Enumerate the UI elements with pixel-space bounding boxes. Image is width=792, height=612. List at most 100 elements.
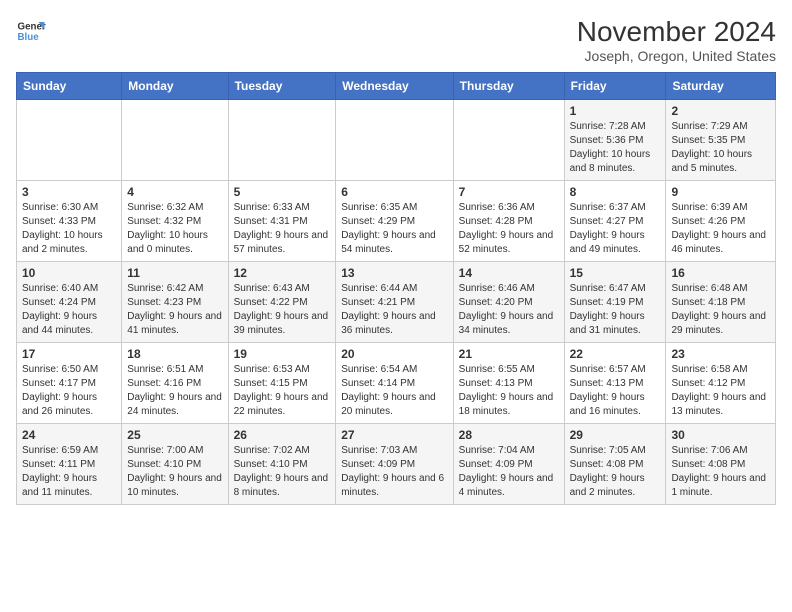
- weekday-header-row: SundayMondayTuesdayWednesdayThursdayFrid…: [17, 73, 776, 100]
- day-number: 23: [671, 347, 770, 361]
- day-info: Sunrise: 6:50 AM Sunset: 4:17 PM Dayligh…: [22, 363, 116, 419]
- day-number: 26: [234, 428, 331, 442]
- day-number: 11: [127, 266, 222, 280]
- day-number: 29: [570, 428, 661, 442]
- calendar-cell: 12 Sunrise: 6:43 AM Sunset: 4:22 PM Dayli…: [228, 262, 336, 343]
- calendar-week-5: 24 Sunrise: 6:59 AM Sunset: 4:11 PM Dayli…: [17, 424, 776, 505]
- day-info: Sunrise: 6:39 AM Sunset: 4:26 PM Dayligh…: [671, 201, 770, 257]
- calendar-cell: 30 Sunrise: 7:06 AM Sunset: 4:08 PM Dayli…: [666, 424, 776, 505]
- calendar-cell: 10 Sunrise: 6:40 AM Sunset: 4:24 PM Dayli…: [17, 262, 122, 343]
- day-info: Sunrise: 6:54 AM Sunset: 4:14 PM Dayligh…: [341, 363, 447, 419]
- calendar-cell: [336, 100, 453, 181]
- calendar-cell: 15 Sunrise: 6:47 AM Sunset: 4:19 PM Dayli…: [564, 262, 666, 343]
- day-number: 19: [234, 347, 331, 361]
- calendar-cell: 5Sunrise: 6:33 AM Sunset: 4:31 PM Daylig…: [228, 181, 336, 262]
- calendar-cell: 9Sunrise: 6:39 AM Sunset: 4:26 PM Daylig…: [666, 181, 776, 262]
- day-info: Sunrise: 7:02 AM Sunset: 4:10 PM Dayligh…: [234, 444, 331, 500]
- calendar-cell: 3 Sunrise: 6:30 AM Sunset: 4:33 PM Daylig…: [17, 181, 122, 262]
- weekday-header-tuesday: Tuesday: [228, 73, 336, 100]
- day-info: Sunrise: 6:33 AM Sunset: 4:31 PM Dayligh…: [234, 201, 331, 257]
- day-info: Sunrise: 6:53 AM Sunset: 4:15 PM Dayligh…: [234, 363, 331, 419]
- calendar-cell: 6 Sunrise: 6:35 AM Sunset: 4:29 PM Daylig…: [336, 181, 453, 262]
- calendar-week-3: 10 Sunrise: 6:40 AM Sunset: 4:24 PM Dayli…: [17, 262, 776, 343]
- calendar-cell: 2 Sunrise: 7:29 AM Sunset: 5:35 PM Daylig…: [666, 100, 776, 181]
- day-info: Sunrise: 7:04 AM Sunset: 4:09 PM Dayligh…: [459, 444, 559, 500]
- weekday-header-friday: Friday: [564, 73, 666, 100]
- calendar-cell: 19 Sunrise: 6:53 AM Sunset: 4:15 PM Dayli…: [228, 343, 336, 424]
- day-number: 22: [570, 347, 661, 361]
- day-number: 10: [22, 266, 116, 280]
- day-number: 18: [127, 347, 222, 361]
- day-info: Sunrise: 7:29 AM Sunset: 5:35 PM Dayligh…: [671, 120, 770, 176]
- day-info: Sunrise: 6:57 AM Sunset: 4:13 PM Dayligh…: [570, 363, 661, 419]
- day-number: 21: [459, 347, 559, 361]
- day-number: 16: [671, 266, 770, 280]
- day-info: Sunrise: 6:43 AM Sunset: 4:22 PM Dayligh…: [234, 282, 331, 338]
- calendar-cell: 11Sunrise: 6:42 AM Sunset: 4:23 PM Dayli…: [122, 262, 228, 343]
- day-info: Sunrise: 6:32 AM Sunset: 4:32 PM Dayligh…: [127, 201, 222, 257]
- day-info: Sunrise: 6:35 AM Sunset: 4:29 PM Dayligh…: [341, 201, 447, 257]
- day-number: 8: [570, 185, 661, 199]
- calendar-cell: [453, 100, 564, 181]
- day-number: 14: [459, 266, 559, 280]
- day-info: Sunrise: 7:06 AM Sunset: 4:08 PM Dayligh…: [671, 444, 770, 500]
- calendar-cell: 17 Sunrise: 6:50 AM Sunset: 4:17 PM Dayli…: [17, 343, 122, 424]
- day-number: 12: [234, 266, 331, 280]
- calendar-cell: 28 Sunrise: 7:04 AM Sunset: 4:09 PM Dayli…: [453, 424, 564, 505]
- logo: General Blue: [16, 16, 46, 46]
- day-number: 6: [341, 185, 447, 199]
- day-info: Sunrise: 6:51 AM Sunset: 4:16 PM Dayligh…: [127, 363, 222, 419]
- calendar-week-2: 3 Sunrise: 6:30 AM Sunset: 4:33 PM Daylig…: [17, 181, 776, 262]
- day-info: Sunrise: 6:30 AM Sunset: 4:33 PM Dayligh…: [22, 201, 116, 257]
- day-info: Sunrise: 7:03 AM Sunset: 4:09 PM Dayligh…: [341, 444, 447, 500]
- calendar-week-4: 17 Sunrise: 6:50 AM Sunset: 4:17 PM Dayli…: [17, 343, 776, 424]
- day-info: Sunrise: 6:40 AM Sunset: 4:24 PM Dayligh…: [22, 282, 116, 338]
- day-number: 1: [570, 104, 661, 118]
- day-number: 15: [570, 266, 661, 280]
- day-number: 27: [341, 428, 447, 442]
- calendar-cell: 25 Sunrise: 7:00 AM Sunset: 4:10 PM Dayli…: [122, 424, 228, 505]
- day-number: 30: [671, 428, 770, 442]
- day-info: Sunrise: 6:47 AM Sunset: 4:19 PM Dayligh…: [570, 282, 661, 338]
- day-number: 20: [341, 347, 447, 361]
- calendar-cell: 20 Sunrise: 6:54 AM Sunset: 4:14 PM Dayli…: [336, 343, 453, 424]
- day-info: Sunrise: 7:05 AM Sunset: 4:08 PM Dayligh…: [570, 444, 661, 500]
- calendar-cell: 16 Sunrise: 6:48 AM Sunset: 4:18 PM Dayli…: [666, 262, 776, 343]
- calendar-cell: [228, 100, 336, 181]
- calendar-cell: 21 Sunrise: 6:55 AM Sunset: 4:13 PM Dayli…: [453, 343, 564, 424]
- day-number: 24: [22, 428, 116, 442]
- day-info: Sunrise: 7:28 AM Sunset: 5:36 PM Dayligh…: [570, 120, 661, 176]
- day-info: Sunrise: 6:44 AM Sunset: 4:21 PM Dayligh…: [341, 282, 447, 338]
- calendar-cell: 1 Sunrise: 7:28 AM Sunset: 5:36 PM Daylig…: [564, 100, 666, 181]
- month-title: November 2024: [577, 16, 776, 48]
- calendar-week-1: 1 Sunrise: 7:28 AM Sunset: 5:36 PM Daylig…: [17, 100, 776, 181]
- calendar-cell: 24 Sunrise: 6:59 AM Sunset: 4:11 PM Dayli…: [17, 424, 122, 505]
- day-info: Sunrise: 6:59 AM Sunset: 4:11 PM Dayligh…: [22, 444, 116, 500]
- weekday-header-thursday: Thursday: [453, 73, 564, 100]
- calendar-cell: 22 Sunrise: 6:57 AM Sunset: 4:13 PM Dayli…: [564, 343, 666, 424]
- calendar-cell: 14Sunrise: 6:46 AM Sunset: 4:20 PM Dayli…: [453, 262, 564, 343]
- day-number: 13: [341, 266, 447, 280]
- weekday-header-saturday: Saturday: [666, 73, 776, 100]
- day-info: Sunrise: 6:55 AM Sunset: 4:13 PM Dayligh…: [459, 363, 559, 419]
- day-info: Sunrise: 7:00 AM Sunset: 4:10 PM Dayligh…: [127, 444, 222, 500]
- calendar-cell: 29 Sunrise: 7:05 AM Sunset: 4:08 PM Dayli…: [564, 424, 666, 505]
- day-info: Sunrise: 6:48 AM Sunset: 4:18 PM Dayligh…: [671, 282, 770, 338]
- day-number: 17: [22, 347, 116, 361]
- day-info: Sunrise: 6:36 AM Sunset: 4:28 PM Dayligh…: [459, 201, 559, 257]
- calendar-cell: 8 Sunrise: 6:37 AM Sunset: 4:27 PM Daylig…: [564, 181, 666, 262]
- day-info: Sunrise: 6:37 AM Sunset: 4:27 PM Dayligh…: [570, 201, 661, 257]
- calendar-cell: 26 Sunrise: 7:02 AM Sunset: 4:10 PM Dayli…: [228, 424, 336, 505]
- day-number: 2: [671, 104, 770, 118]
- calendar-cell: 27 Sunrise: 7:03 AM Sunset: 4:09 PM Dayli…: [336, 424, 453, 505]
- day-number: 7: [459, 185, 559, 199]
- weekday-header-monday: Monday: [122, 73, 228, 100]
- day-number: 28: [459, 428, 559, 442]
- day-number: 25: [127, 428, 222, 442]
- day-number: 3: [22, 185, 116, 199]
- calendar-cell: 18 Sunrise: 6:51 AM Sunset: 4:16 PM Dayli…: [122, 343, 228, 424]
- subtitle: Joseph, Oregon, United States: [577, 48, 776, 64]
- weekday-header-sunday: Sunday: [17, 73, 122, 100]
- calendar-cell: 23Sunrise: 6:58 AM Sunset: 4:12 PM Dayli…: [666, 343, 776, 424]
- calendar-cell: [17, 100, 122, 181]
